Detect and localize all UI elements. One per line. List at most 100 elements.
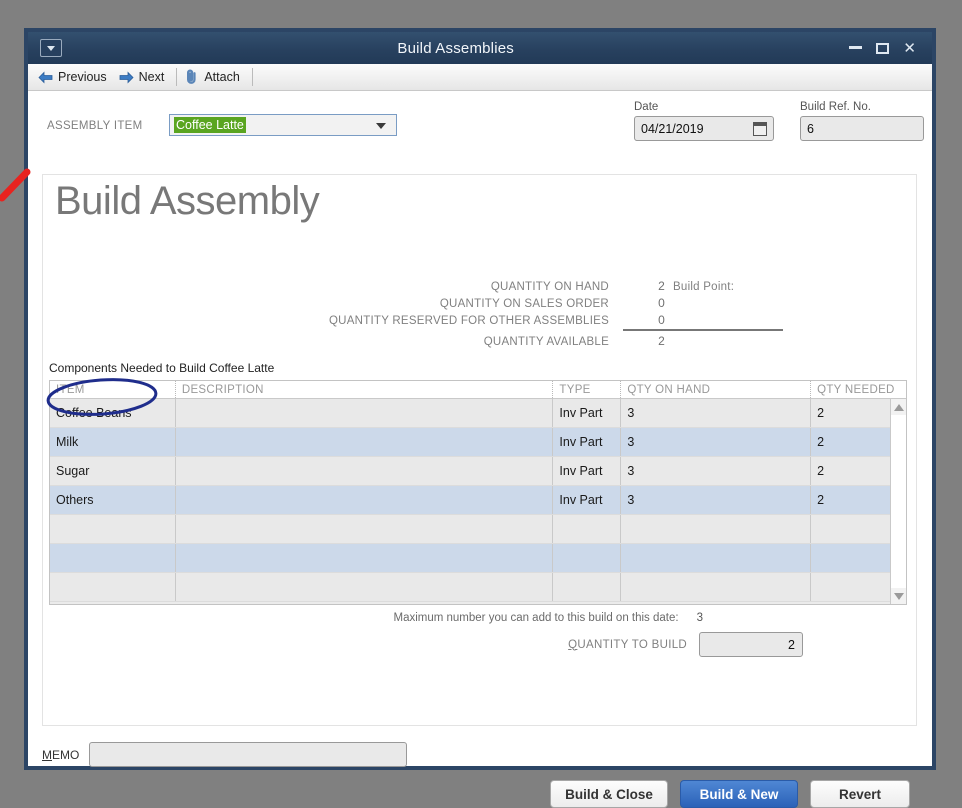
assembly-item-label: ASSEMBLY ITEM [47,120,143,132]
cell-type[interactable] [552,544,620,572]
revert-button[interactable]: Revert [810,780,910,808]
summary-value: 2 [658,334,665,348]
chevron-down-icon[interactable] [376,123,386,129]
cell-description[interactable] [174,544,553,572]
attach-label: Attach [204,70,240,84]
table-row[interactable]: Sugar Inv Part 3 2 [50,457,906,486]
summary-label: QUANTITY RESERVED FOR OTHER ASSEMBLIES [328,315,609,327]
maximize-button[interactable] [876,42,890,54]
summary-value: 0 [658,296,665,310]
cell-description[interactable] [174,428,553,456]
memo-input-wrap[interactable] [89,742,408,767]
triangle-down-icon [894,592,904,600]
arrow-right-icon [119,70,134,85]
cell-qty-on-hand[interactable] [620,515,810,543]
summary-row: QUANTITY RESERVED FOR OTHER ASSEMBLIES 0 [43,313,916,330]
arrow-left-icon [38,70,53,85]
cell-description[interactable] [174,573,553,601]
cell-qty-on-hand[interactable]: 3 [620,399,810,427]
cell-description[interactable] [174,515,553,543]
assembly-item-select[interactable]: Coffee Latte [169,114,397,136]
next-label: Next [138,70,165,84]
cell-item[interactable] [50,573,175,601]
table-row[interactable]: Others Inv Part 3 2 [50,486,906,515]
quantity-to-build-label-rest: UANTITY TO BUILD [577,638,687,651]
cell-type[interactable]: Inv Part [552,457,620,485]
window-titlebar[interactable]: Build Assemblies ✕ [24,28,936,64]
max-build-note: Maximum number you can add to this build… [43,612,703,624]
page-title: Build Assembly [55,179,320,223]
column-header-description[interactable]: DESCRIPTION [174,381,553,398]
attach-button[interactable]: Attach [181,67,247,87]
previous-button[interactable]: Previous [34,68,115,87]
summary-row: QUANTITY AVAILABLE 2 [43,334,916,351]
components-caption: Components Needed to Build Coffee Latte [49,361,275,375]
minimize-button[interactable] [849,45,863,49]
cell-item[interactable]: Coffee Beans [50,399,175,427]
close-button[interactable]: ✕ [903,40,916,56]
cell-item[interactable]: Sugar [50,457,175,485]
build-ref-label: Build Ref. No. [800,101,871,113]
build-ref-input[interactable] [801,121,923,136]
cell-item[interactable]: Milk [50,428,175,456]
table-row[interactable] [50,573,906,602]
calendar-icon[interactable] [753,122,767,136]
build-ref-field-group: Build Ref. No. [800,101,924,141]
memo-row: MEMO [42,742,408,767]
cell-type[interactable] [552,573,620,601]
summary-label: QUANTITY ON SALES ORDER [439,298,609,310]
column-header-type[interactable]: TYPE [552,381,620,398]
cell-description[interactable] [174,457,553,485]
toolbar-separator-1 [176,68,178,86]
date-label: Date [634,101,659,113]
table-row[interactable]: Coffee Beans Inv Part 3 2 [50,399,906,428]
table-row[interactable]: Milk Inv Part 3 2 [50,428,906,457]
cell-description[interactable] [174,486,553,514]
table-row[interactable] [50,515,906,544]
summary-row: QUANTITY ON SALES ORDER 0 [43,296,916,313]
column-header-item[interactable]: ITEM [50,381,175,398]
window-toolbar: Previous Next Attach [28,64,932,91]
date-input-wrap[interactable] [634,116,774,141]
chevron-down-icon [47,45,55,51]
cell-type[interactable]: Inv Part [552,486,620,514]
summary-value: 2 [658,279,665,293]
cell-item[interactable]: Others [50,486,175,514]
summary-value: 0 [658,313,665,327]
table-body: Coffee Beans Inv Part 3 2 Milk Inv Part … [50,399,906,604]
window-menu-icon[interactable] [40,39,62,57]
cell-description[interactable] [174,399,553,427]
cell-item[interactable] [50,544,175,572]
cell-qty-on-hand[interactable] [620,573,810,601]
cell-qty-on-hand[interactable]: 3 [620,428,810,456]
scroll-down-button[interactable] [891,588,906,604]
max-build-label: Maximum number you can add to this build… [393,612,679,624]
column-header-qty-needed[interactable]: QTY NEEDED [810,381,906,398]
max-build-value: 3 [696,612,703,624]
quantity-to-build-input-wrap[interactable] [699,632,803,657]
components-table: ITEM DESCRIPTION TYPE QTY ON HAND QTY NE… [49,380,907,605]
build-and-new-button[interactable]: Build & New [680,780,798,808]
quantity-to-build-label: QUANTITY TO BUILD [568,638,687,651]
build-ref-input-wrap[interactable] [800,116,924,141]
table-row[interactable] [50,544,906,573]
cell-type[interactable] [552,515,620,543]
cell-qty-on-hand[interactable]: 3 [620,457,810,485]
next-button[interactable]: Next [115,68,173,87]
build-and-close-button[interactable]: Build & Close [550,780,668,808]
memo-input[interactable] [90,743,407,766]
cell-type[interactable]: Inv Part [552,428,620,456]
table-header-row: ITEM DESCRIPTION TYPE QTY ON HAND QTY NE… [50,381,906,399]
cell-qty-on-hand[interactable]: 3 [620,486,810,514]
cell-item[interactable] [50,515,175,543]
previous-label: Previous [58,70,107,84]
summary-label: QUANTITY AVAILABLE [483,336,609,348]
window-body: Previous Next Attach ASSEMBLY ITEM Coffe… [24,64,936,808]
cell-qty-on-hand[interactable] [620,544,810,572]
quantity-to-build-input[interactable] [700,636,802,653]
scroll-up-button[interactable] [891,399,906,415]
column-header-qty-on-hand[interactable]: QTY ON HAND [620,381,810,398]
table-vertical-scrollbar[interactable] [890,399,906,604]
cell-type[interactable]: Inv Part [552,399,620,427]
build-point-label: Build Point: [673,281,735,293]
